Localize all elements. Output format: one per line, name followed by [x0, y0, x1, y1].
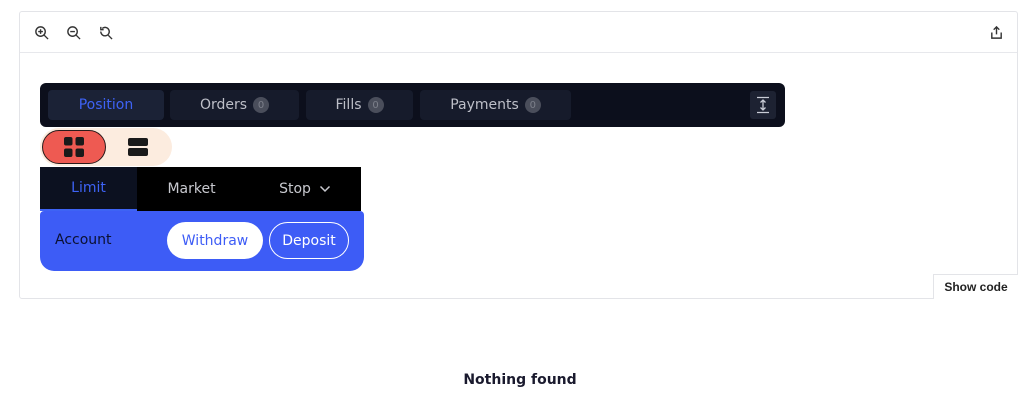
- tab-market[interactable]: Market: [140, 167, 243, 211]
- withdraw-button[interactable]: Withdraw: [167, 222, 263, 259]
- list-view-icon: [128, 138, 148, 156]
- positions-tab-bar: Position Orders 0 Fills 0 Payments 0: [40, 83, 785, 127]
- tab-label: Stop: [279, 181, 311, 197]
- list-view-button[interactable]: [106, 130, 170, 164]
- preview-toolbar: [20, 12, 1017, 53]
- zoom-out-icon[interactable]: [65, 24, 81, 40]
- empty-state-message: Nothing found: [463, 372, 577, 388]
- tab-label: Market: [167, 181, 216, 197]
- tab-label: Limit: [71, 180, 106, 196]
- reset-zoom-icon[interactable]: [97, 24, 113, 40]
- account-label: Account: [55, 232, 112, 248]
- tab-position[interactable]: Position: [48, 90, 164, 120]
- show-code-button[interactable]: Show code: [933, 274, 1018, 299]
- expand-vertical-icon: [757, 96, 769, 114]
- tab-label: Orders: [199, 97, 248, 113]
- grid-view-icon: [64, 137, 84, 157]
- tab-label: Payments: [450, 97, 519, 113]
- view-toggle: [40, 128, 172, 166]
- count-badge: 0: [367, 97, 384, 113]
- chevron-down-icon: [319, 185, 330, 193]
- tab-stop[interactable]: Stop: [250, 167, 360, 211]
- count-badge: 0: [524, 97, 541, 113]
- deposit-button[interactable]: Deposit: [269, 222, 349, 259]
- tab-limit[interactable]: Limit: [40, 167, 137, 211]
- tab-orders[interactable]: Orders 0: [170, 90, 299, 120]
- zoom-in-icon[interactable]: [33, 24, 49, 40]
- tab-label: Fills: [335, 97, 362, 113]
- count-badge: 0: [253, 97, 270, 113]
- tab-payments[interactable]: Payments 0: [420, 90, 571, 120]
- tab-label: Position: [78, 97, 134, 113]
- preview-canvas: Position Orders 0 Fills 0 Payments 0 Lim…: [20, 53, 1017, 300]
- preview-frame: Position Orders 0 Fills 0 Payments 0 Lim…: [19, 11, 1018, 299]
- order-type-tabs: Limit Market Stop: [40, 167, 361, 211]
- account-panel: Account Withdraw Deposit: [40, 211, 364, 271]
- share-icon[interactable]: [988, 24, 1004, 40]
- expand-button[interactable]: [750, 91, 776, 119]
- tab-fills[interactable]: Fills 0: [306, 90, 413, 120]
- grid-view-button[interactable]: [42, 130, 106, 164]
